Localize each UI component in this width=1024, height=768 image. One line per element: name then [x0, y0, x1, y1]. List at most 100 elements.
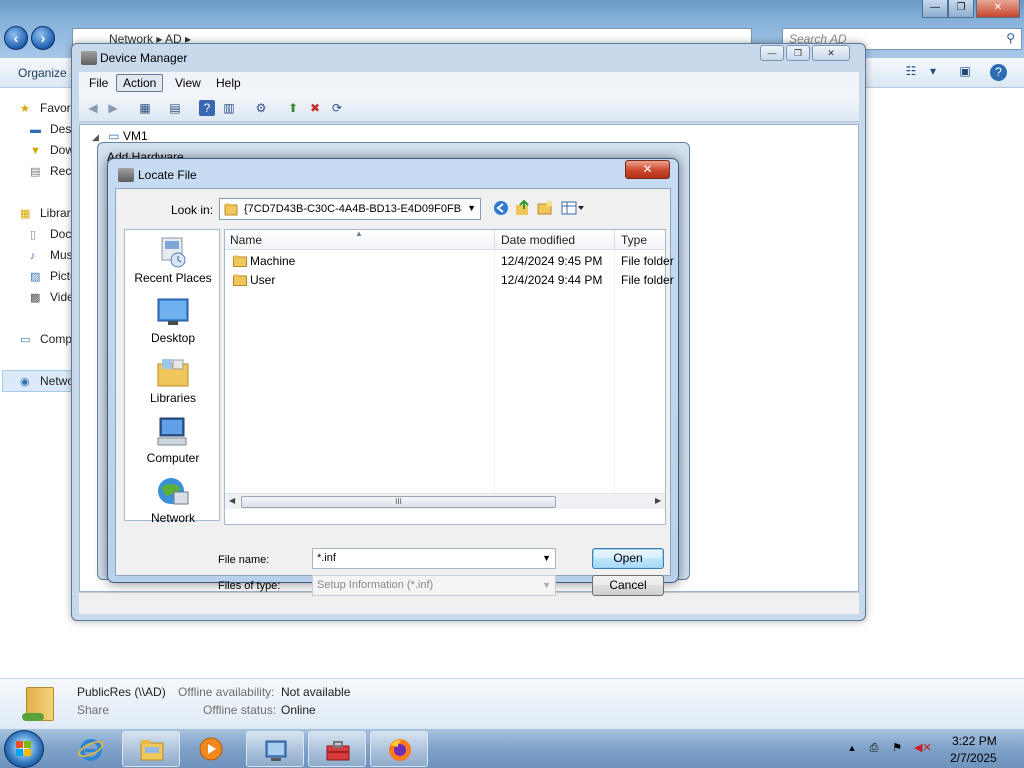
scroll-right-icon[interactable]: ▶ — [655, 496, 661, 505]
clock-date[interactable]: 2/7/2025 — [950, 751, 997, 765]
media-player-icon — [199, 737, 223, 761]
look-in-label: Look in: — [171, 203, 214, 217]
computer-icon: ▭ — [20, 334, 31, 346]
place-recent-places[interactable]: Recent Places — [125, 236, 221, 285]
forward-icon[interactable]: ▶ — [105, 100, 121, 116]
menu-view[interactable]: View — [175, 76, 201, 90]
place-label: Recent Places — [134, 271, 212, 285]
up-folder-icon[interactable] — [514, 199, 532, 218]
show-hide-tree-icon[interactable]: ▦ — [137, 100, 153, 116]
star-icon: ★ — [20, 103, 30, 115]
files-of-type-select[interactable]: Setup Information (*.inf) ▼ — [312, 575, 556, 596]
start-button[interactable] — [4, 730, 44, 768]
collapse-icon[interactable]: ◢ — [92, 132, 99, 142]
place-label: Libraries — [149, 391, 197, 405]
search-icon[interactable]: ⚲ — [1006, 31, 1015, 45]
locate-file-dialog: Locate File ✕ Look in: {7CD7D43B-C30C-4A… — [107, 158, 679, 596]
place-libraries[interactable]: Libraries — [125, 356, 221, 405]
file-date: 12/4/2024 9:45 PM — [501, 254, 603, 268]
scan-hardware-icon[interactable]: ⚙ — [253, 100, 269, 116]
place-computer[interactable]: Computer — [125, 416, 221, 465]
server-manager-icon — [265, 740, 287, 761]
column-type[interactable]: Type — [621, 233, 647, 247]
file-name-value: *.inf — [317, 552, 336, 564]
folder-icon — [233, 255, 247, 267]
properties-icon[interactable]: ▤ — [167, 100, 183, 116]
scroll-thumb[interactable]: III — [241, 496, 556, 508]
internet-explorer-icon — [78, 739, 104, 761]
taskbar-toolbox[interactable] — [308, 731, 366, 767]
files-of-type-value: Setup Information (*.inf) — [317, 579, 434, 591]
preview-pane-icon[interactable]: ▣ — [956, 64, 974, 80]
chevron-down-icon[interactable]: ▼ — [467, 203, 476, 213]
dm-maximize-button[interactable]: ❐ — [786, 45, 810, 61]
column-name[interactable]: Name — [230, 233, 262, 247]
back-arrow-icon[interactable]: ‹ — [4, 26, 28, 50]
network-icon — [156, 476, 190, 508]
forward-arrow-icon[interactable]: › — [31, 26, 55, 50]
chevron-down-icon[interactable]: ▼ — [542, 553, 551, 563]
libraries-icon: ▦ — [20, 208, 31, 220]
look-in-dropdown[interactable]: {7CD7D43B-C30C-4A4B-BD13-E4D09F0FB32 ▼ — [219, 198, 481, 220]
network-icon: ◉ — [20, 376, 30, 388]
open-button[interactable]: Open — [592, 548, 664, 569]
windows-logo-icon — [16, 741, 31, 756]
firefox-icon — [389, 739, 411, 761]
chevron-down-icon[interactable]: ▾ — [924, 64, 942, 80]
place-network[interactable]: Network — [125, 476, 221, 525]
show-hidden-icons[interactable]: ▲ — [845, 741, 859, 755]
menu-file[interactable]: File — [89, 76, 108, 90]
documents-icon: ▯ — [30, 229, 37, 241]
organize-menu[interactable]: Organize — [18, 66, 67, 80]
enable-device-icon[interactable]: ⟳ — [329, 100, 345, 116]
files-of-type-label: Files of type: — [218, 580, 281, 592]
recent-places-icon — [156, 236, 190, 268]
device-manager-title: Device Manager — [100, 51, 188, 65]
taskbar-firefox[interactable] — [370, 731, 428, 767]
file-row[interactable]: Machine 12/4/2024 9:45 PM File folder — [225, 252, 674, 270]
update-driver-icon[interactable]: ⬆ — [285, 100, 301, 116]
tree-root-node[interactable]: ◢ ▭ VM1 — [92, 129, 148, 143]
menu-help[interactable]: Help — [216, 76, 241, 90]
details-name: PublicRes (\\AD) — [77, 685, 166, 699]
clock-time[interactable]: 3:22 PM — [952, 734, 997, 748]
action-pane-icon[interactable]: ▥ — [221, 100, 237, 116]
new-folder-icon[interactable] — [536, 200, 554, 218]
place-desktop[interactable]: Desktop — [125, 296, 221, 345]
chevron-down-icon[interactable]: ▼ — [542, 580, 551, 590]
scroll-left-icon[interactable]: ◀ — [229, 496, 235, 505]
help-icon[interactable]: ? — [199, 100, 215, 116]
dm-minimize-button[interactable]: — — [760, 45, 784, 61]
file-row[interactable]: User 12/4/2024 9:44 PM File folder — [225, 271, 674, 289]
pictures-icon: ▨ — [30, 271, 41, 283]
network-tray-icon[interactable]: ⎙ — [867, 741, 881, 755]
column-date-modified[interactable]: Date modified — [501, 233, 575, 247]
close-button[interactable]: ✕ — [976, 0, 1020, 18]
volume-muted-icon[interactable]: ◀✕ — [914, 741, 932, 755]
taskbar-internet-explorer[interactable] — [62, 731, 120, 767]
details-pane: PublicRes (\\AD) Share Offline availabil… — [0, 678, 1024, 728]
help-icon[interactable]: ? — [990, 64, 1007, 81]
back-arrow-icon[interactable] — [492, 200, 510, 218]
minimize-button[interactable]: — — [922, 0, 948, 18]
close-icon[interactable]: ✕ — [625, 160, 670, 179]
taskbar-media-player[interactable] — [182, 731, 240, 767]
sort-ascending-icon: ▲ — [355, 229, 363, 238]
uninstall-icon[interactable]: ✖ — [307, 100, 323, 116]
horizontal-scrollbar[interactable]: ◀ III ▶ — [225, 493, 665, 509]
view-options-icon[interactable]: ☷ — [902, 64, 920, 80]
view-menu-icon[interactable] — [560, 200, 586, 218]
cancel-button[interactable]: Cancel — [592, 575, 664, 596]
dm-menubar: File Action View Help — [79, 72, 859, 94]
dm-close-button[interactable]: ✕ — [812, 45, 850, 61]
taskbar-server-manager[interactable] — [246, 731, 304, 767]
offline-availability-label: Offline availability: — [178, 685, 275, 699]
place-label: Computer — [146, 451, 200, 465]
back-icon[interactable]: ◀ — [85, 100, 101, 116]
taskbar-explorer[interactable] — [122, 731, 180, 767]
file-name-input[interactable]: *.inf ▼ — [312, 548, 556, 569]
file-type: File folder — [621, 254, 674, 268]
maximize-button[interactable]: ❐ — [948, 0, 974, 18]
menu-action[interactable]: Action — [116, 74, 164, 92]
action-center-flag-icon[interactable]: ⚑ — [890, 741, 904, 755]
